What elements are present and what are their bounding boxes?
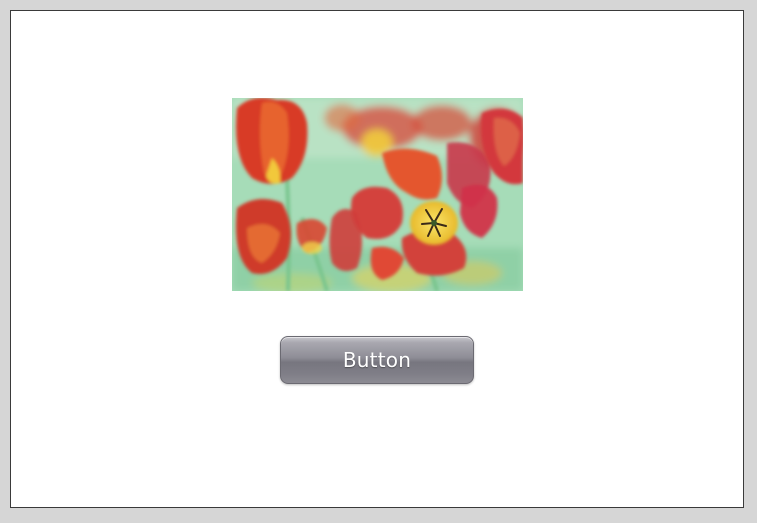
app-window: Button [10, 10, 744, 508]
tulips-image [232, 98, 523, 291]
main-button[interactable]: Button [280, 336, 474, 384]
button-label: Button [342, 348, 412, 372]
